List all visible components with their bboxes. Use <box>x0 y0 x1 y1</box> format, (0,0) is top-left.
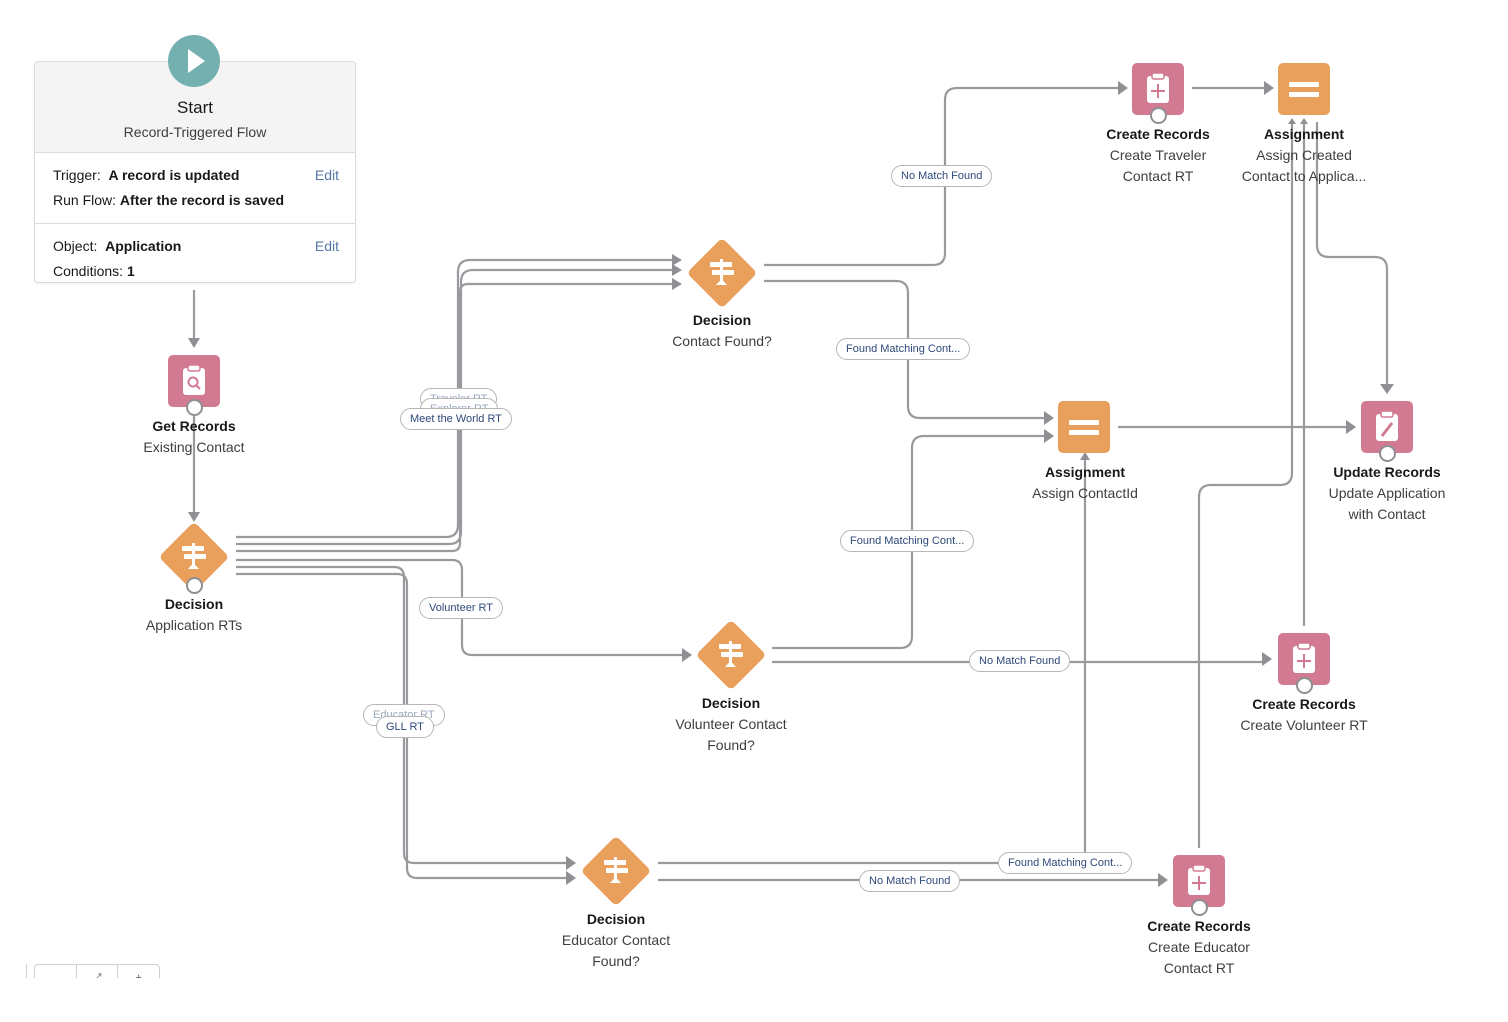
connector-educator-assign <box>1197 124 1294 848</box>
edge-label-educator-found[interactable]: Found Matching Cont... <box>998 852 1133 874</box>
run-flow-value: After the record is saved <box>119 192 285 208</box>
start-node[interactable]: Start Record-Triggered Flow Trigger: A r… <box>34 61 356 283</box>
arrow-head <box>188 338 200 348</box>
connector-ring[interactable] <box>1296 677 1313 694</box>
node-name-line2: Contact to Applica... <box>1241 168 1367 184</box>
assign-created-label: Assignment Assign Created Contact to App… <box>1204 124 1404 187</box>
object-label: Object: <box>53 238 98 254</box>
node-type: Decision <box>164 596 224 612</box>
trigger-value: A record is updated <box>108 167 240 183</box>
create-volunteer-label: Create Records Create Volunteer RT <box>1204 694 1404 736</box>
decision-icon <box>182 543 206 569</box>
node-type: Create Records <box>1147 918 1251 934</box>
decision-icon <box>604 857 628 883</box>
edge-label-volunteer-rt[interactable]: Volunteer RT <box>419 597 504 619</box>
assignment-icon <box>1289 82 1319 97</box>
connector-ring[interactable] <box>1191 899 1208 916</box>
node-name: Create Volunteer RT <box>1240 717 1368 733</box>
connector-ring[interactable] <box>186 399 203 416</box>
edit-trigger-link[interactable]: Edit <box>315 163 339 188</box>
decision-volunteer-label: Decision Volunteer Contact Found? <box>631 693 831 756</box>
node-name-line2: Found? <box>592 953 640 969</box>
node-name: Update Application <box>1328 485 1446 501</box>
update-application-label: Update Records Update Application with C… <box>1287 462 1487 525</box>
assignment-icon <box>1069 420 1099 435</box>
edge-label-contact-found[interactable]: Found Matching Cont... <box>836 338 971 360</box>
node-name: Volunteer Contact <box>675 716 787 732</box>
edge-label-gll-rt[interactable]: GLL RT <box>376 716 434 738</box>
node-name-line2: Found? <box>707 737 755 753</box>
get-records-label: Get Records Existing Contact <box>94 416 294 458</box>
node-type: Decision <box>701 695 761 711</box>
decision-educator-label: Decision Educator Contact Found? <box>516 909 716 972</box>
node-name-line2: with Contact <box>1348 506 1426 522</box>
assign-contactid-node[interactable] <box>1058 401 1110 453</box>
node-type: Assignment <box>1044 464 1126 480</box>
node-name: Assign Created <box>1256 147 1352 163</box>
node-name: Create Educator <box>1148 939 1250 955</box>
decision-contact-found-label: Decision Contact Found? <box>622 310 822 352</box>
edge-label-educator-no-match[interactable]: No Match Found <box>859 870 961 892</box>
edge-label-volunteer-no-match[interactable]: No Match Found <box>969 650 1071 672</box>
node-type: Create Records <box>1252 696 1356 712</box>
node-name: Application RTs <box>145 617 243 633</box>
node-name: Assign ContactId <box>1032 485 1138 501</box>
conditions-label: Conditions: <box>53 263 124 279</box>
arrow-head <box>188 512 200 522</box>
play-icon[interactable] <box>168 35 220 87</box>
node-type: Decision <box>692 312 752 328</box>
run-flow-label: Run Flow: <box>53 192 117 208</box>
decision-icon <box>719 641 743 667</box>
node-type: Assignment <box>1263 126 1345 142</box>
trigger-label: Trigger: <box>53 167 101 183</box>
node-name: Contact Found? <box>672 333 772 349</box>
node-type: Get Records <box>152 418 236 434</box>
edit-object-link[interactable]: Edit <box>315 234 339 259</box>
create-educator-label: Create Records Create Educator Contact R… <box>1099 916 1299 979</box>
node-name: Existing Contact <box>143 439 245 455</box>
connector-ring[interactable] <box>1379 445 1396 462</box>
assign-contactid-label: Assignment Assign ContactId <box>985 462 1185 504</box>
start-subtitle: Record-Triggered Flow <box>123 124 267 140</box>
flow-canvas[interactable]: Start Record-Triggered Flow Trigger: A r… <box>0 0 1508 1022</box>
edge-label-volunteer-found[interactable]: Found Matching Cont... <box>840 530 975 552</box>
node-name-line2: Contact RT <box>1163 960 1235 976</box>
decision-app-rts-label: Decision Application RTs <box>94 594 294 636</box>
conditions-value: 1 <box>126 263 135 279</box>
node-type: Update Records <box>1333 464 1441 480</box>
object-value: Application <box>105 238 182 254</box>
node-name: Educator Contact <box>561 932 671 948</box>
edge-label-contact-no-match[interactable]: No Match Found <box>891 165 993 187</box>
edge-label-meet-world-rt[interactable]: Meet the World RT <box>400 408 512 430</box>
connector-ring[interactable] <box>1150 107 1167 124</box>
object-section: Object: Application Conditions: 1 Edit <box>35 223 355 294</box>
assign-created-node[interactable] <box>1278 63 1330 115</box>
decision-icon <box>710 259 734 285</box>
trigger-section: Trigger: A record is updated Run Flow: A… <box>35 153 355 223</box>
bottom-whitespace <box>0 978 1508 1022</box>
connector-ring[interactable] <box>186 577 203 594</box>
toolbar-edge <box>26 964 29 978</box>
node-type: Decision <box>586 911 646 927</box>
